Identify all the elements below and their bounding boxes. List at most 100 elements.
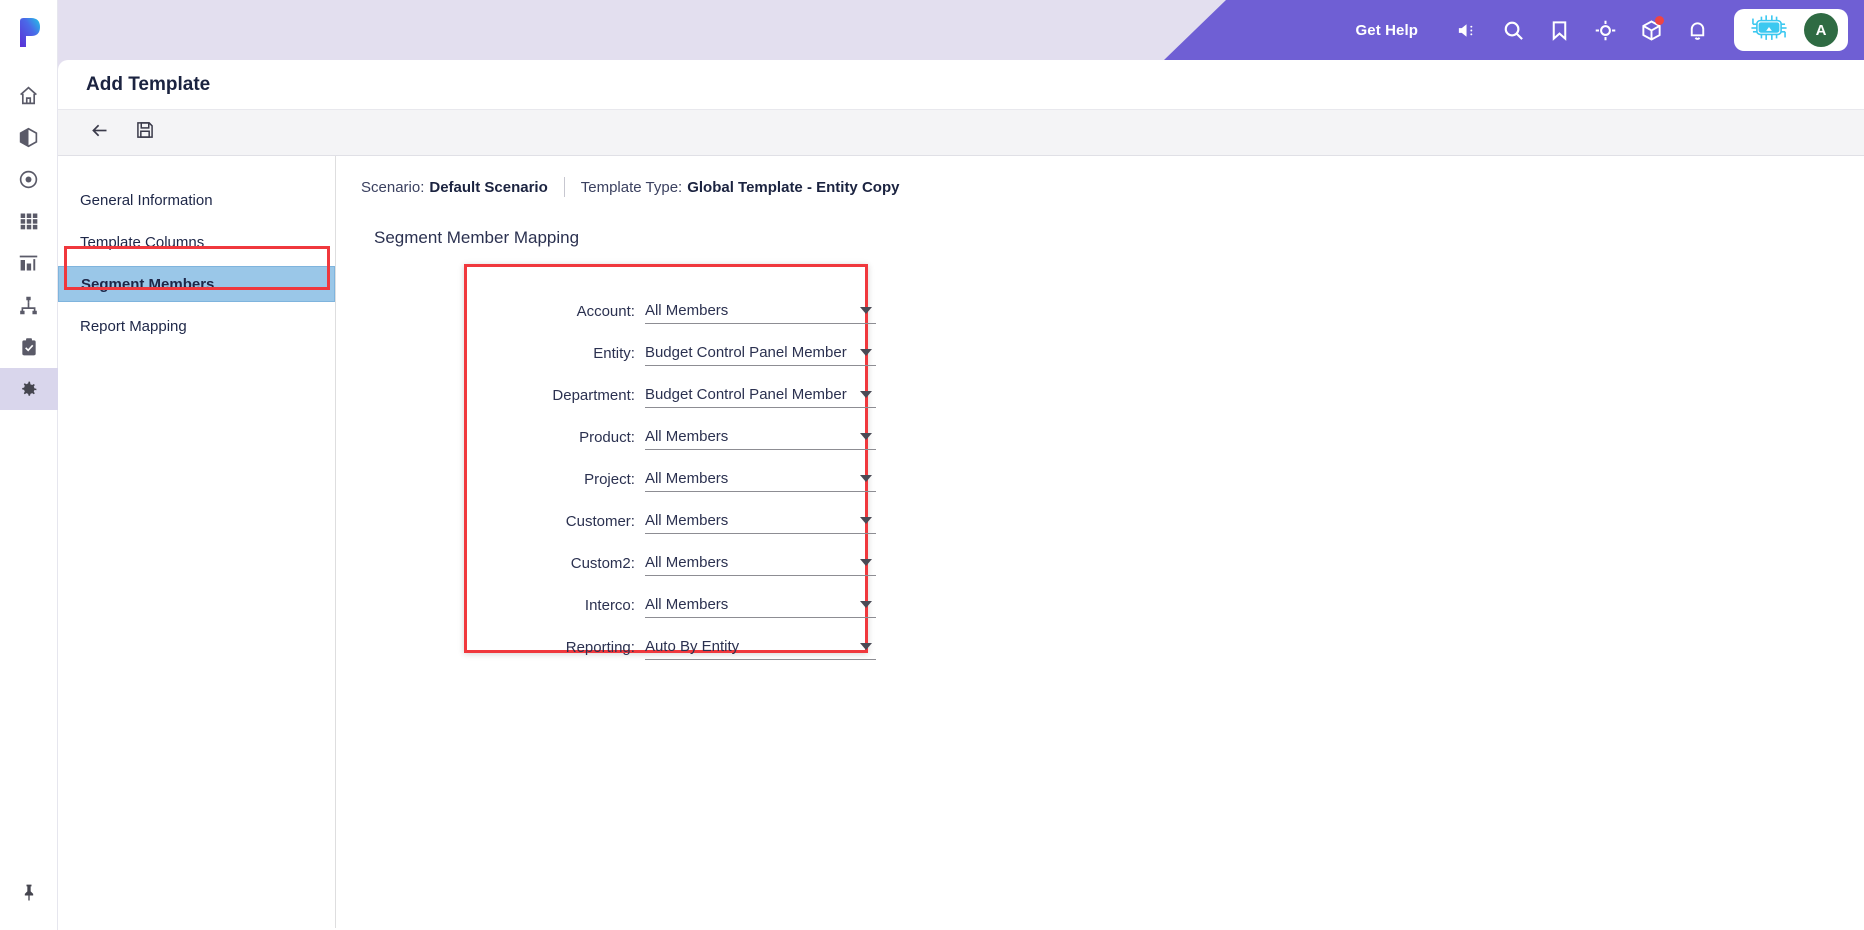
nav-item-label: Report Mapping xyxy=(80,317,187,335)
template-nav: General Information Template Columns Seg… xyxy=(58,156,336,928)
field-account: Account: All Members xyxy=(464,282,876,324)
nav-item-segment-members[interactable]: Segment Members xyxy=(58,266,335,302)
scenario-value: Default Scenario xyxy=(429,178,548,196)
entity-dropdown[interactable]: Budget Control Panel Member xyxy=(644,344,876,366)
field-value: Budget Control Panel Member xyxy=(644,344,847,361)
back-button[interactable] xyxy=(80,116,118,150)
search-icon[interactable] xyxy=(1490,7,1536,53)
user-pill[interactable]: A xyxy=(1734,9,1848,51)
target-circle-icon xyxy=(18,169,39,190)
field-reporting: Reporting: Auto By Entity xyxy=(464,618,876,660)
field-label: Custom2: xyxy=(570,555,635,572)
field-entity: Entity: Budget Control Panel Member xyxy=(464,324,876,366)
announcement-icon[interactable] xyxy=(1444,7,1490,53)
nav-item-general-information[interactable]: General Information xyxy=(58,182,335,218)
top-bar: Get Help A xyxy=(58,0,1864,60)
field-department: Department: Budget Control Panel Member xyxy=(464,366,876,408)
chevron-down-icon[interactable] xyxy=(860,433,872,440)
cube-icon xyxy=(18,127,39,148)
pin-icon[interactable] xyxy=(0,870,58,916)
chevron-down-icon[interactable] xyxy=(860,307,872,314)
field-value: All Members xyxy=(644,302,729,319)
segment-member-mapping-form: Account: All Members Entity: Budget Cont… xyxy=(356,264,1864,660)
sidebar-item-reports[interactable] xyxy=(0,242,58,284)
product-dropdown[interactable]: All Members xyxy=(644,428,876,450)
top-bar-actions: Get Help A xyxy=(1164,0,1864,60)
nav-item-label: General Information xyxy=(80,191,213,209)
left-nav-rail xyxy=(0,0,58,930)
chevron-down-icon[interactable] xyxy=(860,601,872,608)
breadcrumb: Scenario: Default Scenario Template Type… xyxy=(356,174,1864,200)
sidebar-item-home[interactable] xyxy=(0,74,58,116)
bookmark-icon[interactable] xyxy=(1536,7,1582,53)
avatar[interactable]: A xyxy=(1804,13,1838,47)
crosshair-icon[interactable] xyxy=(1582,7,1628,53)
nav-item-report-mapping[interactable]: Report Mapping xyxy=(58,308,335,344)
template-type-label: Template Type: xyxy=(580,178,683,196)
arrow-left-icon xyxy=(89,120,110,146)
field-product: Product: All Members xyxy=(464,408,876,450)
sidebar-item-settings[interactable] xyxy=(0,368,58,410)
package-badge-dot xyxy=(1655,16,1664,25)
interco-dropdown[interactable]: All Members xyxy=(644,596,876,618)
department-dropdown[interactable]: Budget Control Panel Member xyxy=(644,386,876,408)
field-custom2: Custom2: All Members xyxy=(464,534,876,576)
sidebar-item-models[interactable] xyxy=(0,116,58,158)
page-body: General Information Template Columns Seg… xyxy=(58,156,1864,928)
page-surface: Add Template General Information Templat… xyxy=(58,60,1864,930)
customer-dropdown[interactable]: All Members xyxy=(644,512,876,534)
bar-chart-icon xyxy=(18,253,39,274)
reporting-dropdown[interactable]: Auto By Entity xyxy=(644,638,876,660)
sidebar-item-grid[interactable] xyxy=(0,200,58,242)
field-label: Product: xyxy=(579,429,635,446)
field-label: Reporting: xyxy=(565,639,635,656)
field-value: All Members xyxy=(644,554,729,571)
save-button[interactable] xyxy=(126,116,164,150)
page-title: Add Template xyxy=(58,60,1864,110)
segment-members-panel: Scenario: Default Scenario Template Type… xyxy=(336,156,1864,928)
grid-icon xyxy=(19,211,39,231)
gear-icon xyxy=(18,379,39,400)
sidebar-item-hierarchy[interactable] xyxy=(0,284,58,326)
chevron-down-icon[interactable] xyxy=(860,475,872,482)
chevron-down-icon[interactable] xyxy=(860,517,872,524)
planful-logo-icon[interactable] xyxy=(9,12,49,52)
scenario-label: Scenario: xyxy=(361,178,425,196)
field-label: Interco: xyxy=(584,597,635,614)
field-project: Project: All Members xyxy=(464,450,876,492)
field-value: All Members xyxy=(644,428,729,445)
chevron-down-icon[interactable] xyxy=(860,391,872,398)
sidebar-item-tasks[interactable] xyxy=(0,326,58,368)
field-value: Budget Control Panel Member xyxy=(644,386,847,403)
field-customer: Customer: All Members xyxy=(464,492,876,534)
chevron-down-icon[interactable] xyxy=(860,349,872,356)
bell-icon[interactable] xyxy=(1674,7,1720,53)
section-title: Segment Member Mapping xyxy=(374,228,580,247)
project-dropdown[interactable]: All Members xyxy=(644,470,876,492)
field-label: Department: xyxy=(552,387,635,404)
page-toolbar xyxy=(58,110,1864,156)
ai-chip-icon[interactable] xyxy=(1748,11,1790,50)
nav-item-template-columns[interactable]: Template Columns xyxy=(58,224,335,260)
sidebar-item-target[interactable] xyxy=(0,158,58,200)
application-window: Get Help A Add Template General Informat… xyxy=(0,0,1864,930)
get-help-link[interactable]: Get Help xyxy=(1356,22,1418,39)
field-interco: Interco: All Members xyxy=(464,576,876,618)
chevron-down-icon[interactable] xyxy=(860,643,872,650)
field-label: Entity: xyxy=(593,345,635,362)
field-label: Account: xyxy=(576,303,635,320)
field-value: Auto By Entity xyxy=(644,638,740,655)
account-dropdown[interactable]: All Members xyxy=(644,302,876,324)
field-value: All Members xyxy=(644,596,729,613)
nav-item-label: Template Columns xyxy=(80,233,205,251)
chevron-down-icon[interactable] xyxy=(860,559,872,566)
field-value: All Members xyxy=(644,470,729,487)
custom2-dropdown[interactable]: All Members xyxy=(644,554,876,576)
nav-item-label: Segment Members xyxy=(81,275,215,293)
field-value: All Members xyxy=(644,512,729,529)
floppy-disk-icon xyxy=(135,120,155,145)
breadcrumb-divider xyxy=(563,177,565,197)
template-type-value: Global Template - Entity Copy xyxy=(687,178,900,196)
field-label: Project: xyxy=(584,471,635,488)
package-icon[interactable] xyxy=(1628,7,1674,53)
